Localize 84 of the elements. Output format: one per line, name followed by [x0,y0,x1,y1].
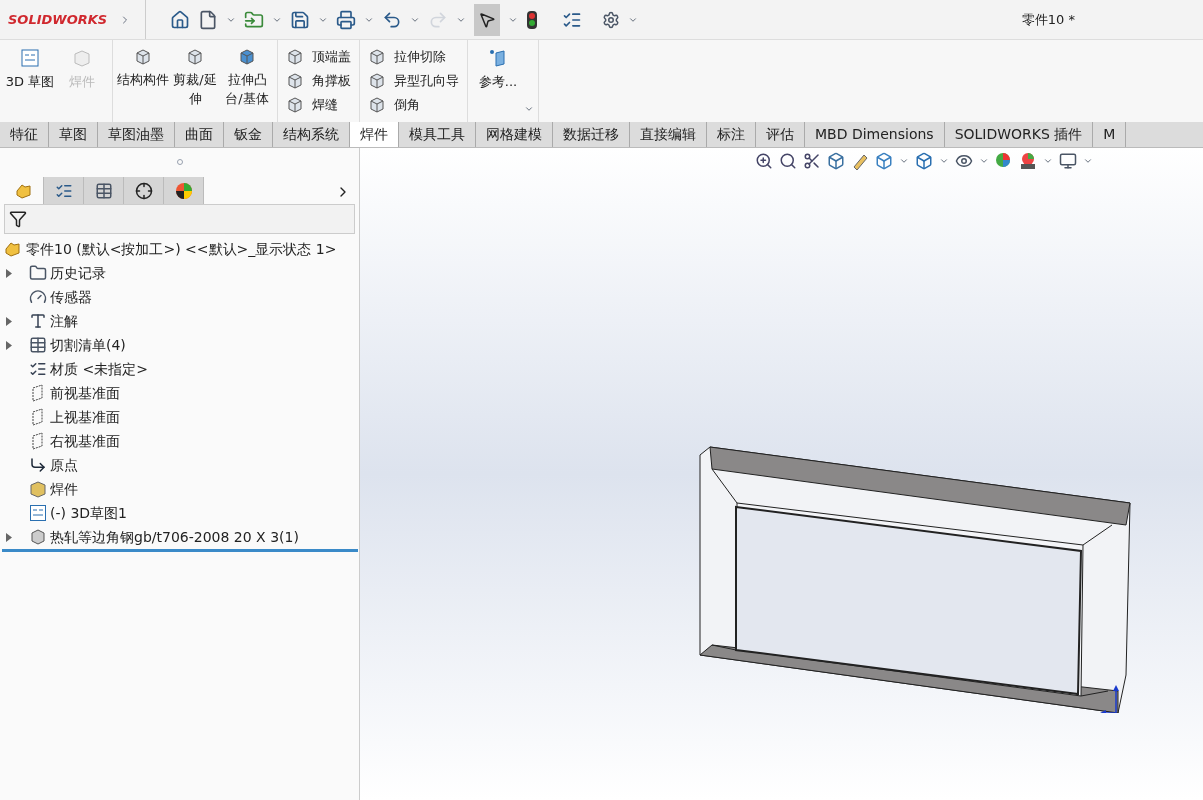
ribbon-button[interactable]: 拉伸凸台/基体 [221,44,273,118]
history-folder-icon [29,264,47,282]
zoom-area-icon[interactable] [779,152,797,170]
panel-tab[interactable] [124,177,164,204]
cube-icon [368,48,386,66]
command-tab[interactable]: 焊件 [350,122,399,147]
view-settings-icon[interactable] [1059,152,1077,170]
new-document-icon[interactable] [198,9,218,30]
dropdown-caret-icon[interactable] [1043,156,1053,166]
tree-item[interactable]: 传感器 [50,286,92,308]
cube-icon [186,48,204,66]
expand-arrow-icon[interactable] [6,268,12,278]
pointer-icon [478,10,496,29]
open-folder-icon[interactable] [244,9,264,30]
ribbon-button[interactable]: 异型孔向导 [364,69,463,93]
dropdown-caret-icon[interactable] [1083,156,1093,166]
cube-icon [134,48,152,66]
tree-item[interactable]: (-) 3D草图1 [50,502,128,524]
display-style-icon[interactable] [915,152,933,170]
sensor-icon [29,288,47,306]
undo-icon[interactable] [382,9,402,30]
traffic-light-icon[interactable] [526,9,538,30]
home-icon[interactable] [170,9,190,30]
tree-item[interactable]: 切割清单(4) [50,334,126,356]
ribbon-button[interactable]: 角撑板 [282,69,355,93]
select-button[interactable] [474,3,500,36]
tree-item[interactable]: 材质 <未指定> [50,358,148,380]
zoom-to-fit-icon[interactable] [755,152,773,170]
ribbon-button[interactable]: 3D 草图 [4,44,56,118]
tree-root-label[interactable]: 零件10 (默认<按加工>) <<默认>_显示状态 1> [26,238,337,260]
body-icon [29,528,47,546]
save-icon[interactable] [290,9,310,30]
ribbon-button[interactable]: 结构构件 [117,44,169,118]
settings-icon[interactable] [602,10,620,29]
part-icon [4,240,22,258]
dropdown-caret-icon[interactable] [899,156,909,166]
tree-item[interactable]: 热轧等边角钢gb/t706-2008 20 X 3(1) [50,526,299,548]
tree-item[interactable]: 上视基准面 [50,406,120,428]
plane-icon [30,408,46,426]
cube-icon [368,96,386,114]
document-title: 零件10 * [1021,10,1075,29]
plane-icon [30,384,46,402]
plane-icon [30,432,46,450]
filter-field[interactable] [4,204,355,234]
panel-tab[interactable] [164,177,204,204]
ribbon-button[interactable]: 拉伸切除 [364,45,463,69]
dropdown-caret-icon[interactable] [979,156,989,166]
cut-list-icon [29,336,47,354]
hide-show-icon[interactable] [955,152,973,170]
dropdown-caret-icon[interactable] [524,104,534,114]
cube-icon [286,96,304,114]
cube-icon [286,72,304,90]
tree-item[interactable]: 原点 [50,454,78,476]
annotation-icon [29,312,47,330]
print-icon[interactable] [336,9,356,30]
axis-triad-icon [1100,685,1119,713]
ribbon-button[interactable]: 焊缝 [282,93,355,117]
panel-tab[interactable] [84,177,124,204]
ribbon-button[interactable]: 剪裁/延伸 [169,44,221,118]
3d-sketch-icon [29,504,47,522]
3d-sketch-icon [20,48,40,68]
origin-icon [29,456,47,474]
view-orientation-icon[interactable] [875,152,893,170]
tree-item[interactable]: 前视基准面 [50,382,120,404]
expand-arrow-icon[interactable] [6,340,12,350]
crosshair-icon [134,181,153,200]
expand-arrow-icon[interactable] [6,316,12,326]
tree-item[interactable]: 右视基准面 [50,430,120,452]
color-wheel-icon [174,181,193,200]
tree-item[interactable]: 焊件 [50,478,78,500]
cube-icon [286,48,304,66]
ribbon-button[interactable]: 倒角 [364,93,463,117]
plane-point-icon [488,48,508,68]
cube-icon [368,72,386,90]
ribbon-button[interactable]: 参考... [472,44,524,118]
app-logo[interactable]: SOLIDWORKS [8,9,108,30]
dropdown-caret-icon[interactable] [939,156,949,166]
ribbon-button[interactable]: 顶端盖 [282,45,355,69]
tree-item[interactable]: 注解 [50,310,78,332]
edit-appearance-icon[interactable] [995,152,1013,170]
filter-icon [9,210,27,228]
tree-item[interactable]: 历史记录 [50,262,106,284]
expand-arrow-icon[interactable] [6,532,12,542]
cube-icon [238,48,256,66]
